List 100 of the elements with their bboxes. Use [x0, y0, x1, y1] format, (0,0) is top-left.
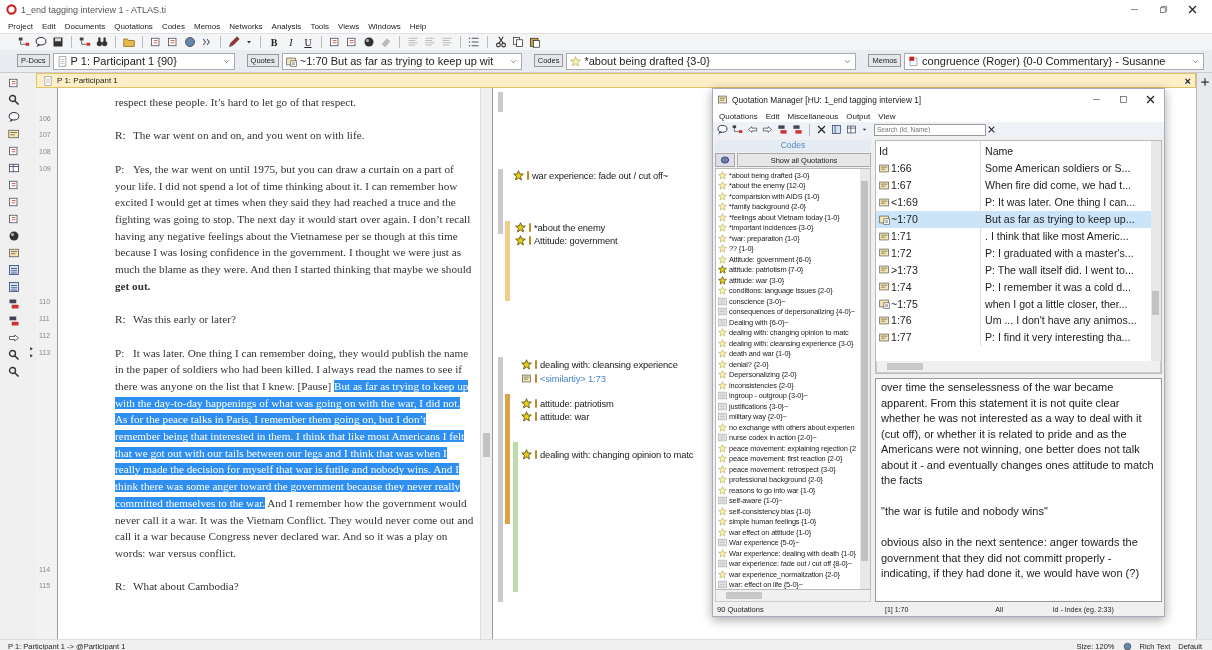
lines-icon[interactable] — [8, 264, 20, 276]
menu-item[interactable]: Analysis — [271, 21, 302, 31]
scrollbar[interactable] — [1151, 141, 1161, 361]
code-tool-icon[interactable] — [8, 77, 20, 89]
pen-icon[interactable] — [228, 36, 240, 48]
stack-icon[interactable] — [8, 315, 20, 327]
menu-item[interactable]: Quotations — [114, 21, 153, 31]
tool-icon[interactable] — [8, 213, 20, 225]
code-label: war experience: fade out / cut off~ — [532, 170, 669, 181]
close-icon[interactable] — [1187, 4, 1198, 15]
star-icon — [570, 55, 582, 67]
menu-item[interactable]: Miscellaneous — [787, 111, 839, 121]
code-icon — [513, 170, 524, 181]
delete-icon[interactable] — [816, 124, 827, 135]
close-icon[interactable] — [1145, 94, 1156, 105]
stack-icon[interactable] — [792, 124, 803, 135]
dropdown-caret-icon[interactable] — [861, 126, 868, 133]
quotation-id: ~1:75 — [891, 297, 918, 310]
search-icon[interactable] — [8, 94, 20, 106]
ball-icon[interactable] — [363, 36, 375, 48]
paste-icon[interactable] — [529, 36, 541, 48]
tool-icon[interactable] — [8, 145, 20, 157]
menu-item[interactable]: Quotations — [719, 111, 758, 121]
menu-item[interactable]: Networks — [229, 21, 263, 31]
scrollbar[interactable] — [480, 88, 492, 639]
copy-icon[interactable] — [512, 36, 524, 48]
selector-dropdown[interactable]: congruence (Roger) {0-0 Commentary} - Susanne — [904, 52, 1205, 70]
format-button[interactable]: U — [302, 36, 314, 48]
folder-icon[interactable] — [123, 36, 135, 48]
scrollbar[interactable] — [876, 361, 1161, 373]
scrollbar[interactable] — [715, 590, 871, 602]
quotation-id: 1:72 — [891, 246, 912, 259]
globe-icon[interactable] — [184, 36, 196, 48]
tool-icon[interactable] — [8, 179, 20, 191]
quotation-row[interactable]: ~1:70 But as far as trying to keep up... — [876, 210, 1151, 228]
speech-bubble-icon[interactable] — [717, 124, 728, 135]
chevron-icon[interactable] — [201, 36, 213, 48]
panes-icon[interactable] — [831, 124, 842, 135]
tool-icon[interactable] — [167, 36, 179, 48]
speech-bubble-icon[interactable] — [8, 111, 20, 123]
transcript-paragraph: respect these people. It’s hard to let go of that respect. — [114, 95, 358, 110]
scrollbar[interactable] — [860, 169, 870, 589]
maximize-icon[interactable] — [1118, 94, 1129, 105]
format-button[interactable]: B — [268, 36, 280, 48]
menu-item[interactable]: Edit — [765, 111, 780, 121]
network-icon[interactable] — [732, 124, 743, 135]
memo-icon[interactable] — [8, 247, 20, 259]
selector-dropdown[interactable]: P 1: Participant 1 {90} — [52, 52, 235, 70]
menu-item[interactable]: Memos — [194, 21, 221, 31]
code-icon — [515, 222, 526, 233]
quotation-id: 1:67 — [891, 179, 912, 192]
menu-item[interactable]: Documents — [64, 21, 106, 31]
pin-icon[interactable] — [1199, 77, 1210, 87]
network-icon[interactable] — [18, 36, 30, 48]
zoom-out-icon[interactable] — [8, 366, 20, 378]
grid-icon[interactable] — [8, 162, 20, 174]
lines-icon[interactable] — [8, 281, 20, 293]
close-button[interactable]: × — [1184, 74, 1195, 87]
quotation-icon — [879, 331, 890, 343]
column-header[interactable]: Id — [876, 141, 980, 160]
hierarchy-icon[interactable] — [79, 36, 91, 48]
menu-item[interactable]: Codes — [161, 21, 185, 31]
code-label: Attitude: government — [534, 235, 618, 246]
menu-item[interactable]: Help — [409, 21, 427, 31]
link-label[interactable]: <similartiy> 1:73 — [540, 373, 606, 384]
cut-icon[interactable] — [495, 36, 507, 48]
arrow-left-icon[interactable] — [747, 124, 758, 135]
format-button[interactable]: I — [285, 36, 297, 48]
restore-icon[interactable] — [1158, 4, 1169, 15]
menu-item[interactable]: Windows — [368, 21, 401, 31]
menu-item[interactable]: Edit — [41, 21, 56, 31]
stack-icon[interactable] — [777, 124, 788, 135]
quotation-id: 1:77 — [891, 331, 912, 344]
codes-header: Codes — [715, 140, 871, 152]
quotation-icon — [879, 314, 890, 326]
save-icon[interactable] — [52, 36, 64, 48]
selector-dropdown[interactable]: ~1:70 But as far as trying to keep up wit — [281, 52, 522, 70]
dropdown-caret-icon[interactable] — [245, 38, 253, 46]
tool-icon[interactable] — [150, 36, 162, 48]
list-icon[interactable] — [468, 36, 480, 48]
binoculars-icon[interactable] — [96, 36, 108, 48]
menu-item[interactable]: Tools — [310, 21, 330, 31]
tool-icon[interactable] — [8, 196, 20, 208]
document-title: P 1: Participant 1 — [57, 76, 118, 85]
grid-icon[interactable] — [846, 124, 857, 135]
menu-item[interactable]: View — [878, 111, 896, 121]
selector-dropdown[interactable]: *about being drafted {3-0} — [566, 52, 857, 70]
comment-paragraph: obvious also in the next sentence: anger towards the government that they did not committ properly - indicating, if they had done it, we would have won (?) — [881, 535, 1141, 581]
menu-item[interactable]: Output — [846, 111, 871, 121]
arrow-right-icon[interactable] — [762, 124, 773, 135]
menu-item[interactable]: Project — [8, 21, 33, 31]
quotation-id: >1:73 — [891, 263, 918, 276]
stack-icon[interactable] — [8, 298, 20, 310]
quote-icon[interactable] — [8, 128, 20, 140]
speech-bubble-icon[interactable] — [35, 36, 47, 48]
clear-icon[interactable] — [987, 125, 996, 134]
menu-item[interactable]: Views — [338, 21, 360, 31]
filter-button[interactable] — [715, 153, 735, 167]
zoom-in-icon[interactable] — [8, 349, 20, 361]
arrow-icon[interactable] — [8, 332, 20, 344]
